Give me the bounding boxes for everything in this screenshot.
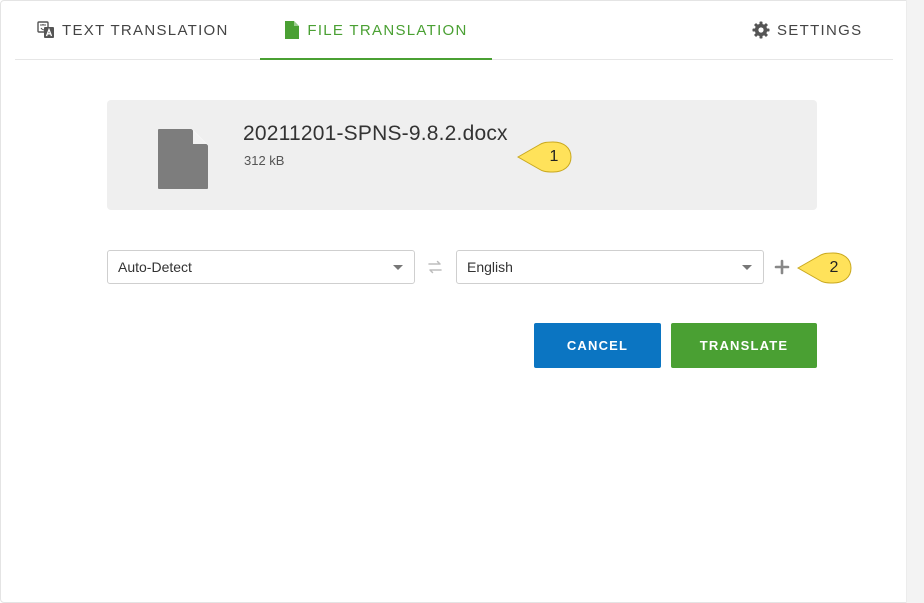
chevron-down-icon	[393, 265, 403, 270]
plus-icon[interactable]	[774, 259, 790, 275]
tab-bar: TEXT TRANSLATION FILE TRANSLATION SETTIN…	[15, 1, 893, 60]
chevron-down-icon	[742, 265, 752, 270]
target-language-select[interactable]: English	[456, 250, 764, 284]
target-language-value: English	[467, 259, 513, 275]
callout-marker-1: 1	[515, 141, 573, 173]
translate-icon	[37, 21, 55, 39]
document-icon	[157, 128, 209, 190]
file-name: 20211201-SPNS-9.8.2.docx	[243, 122, 508, 145]
file-icon	[284, 20, 300, 40]
swap-icon[interactable]	[427, 259, 443, 275]
tab-text-translation-label: TEXT TRANSLATION	[62, 21, 229, 39]
callout-number: 2	[829, 259, 839, 276]
tab-text-translation[interactable]: TEXT TRANSLATION	[37, 1, 229, 59]
callout-number: 1	[549, 148, 559, 165]
selected-file-card: 20211201-SPNS-9.8.2.docx 312 kB	[107, 100, 817, 210]
gear-icon	[752, 21, 770, 39]
source-language-value: Auto-Detect	[118, 259, 192, 275]
translate-button[interactable]: TRANSLATE	[671, 323, 817, 368]
translation-dialog: TEXT TRANSLATION FILE TRANSLATION SETTIN…	[0, 0, 924, 603]
callout-marker-2: 2	[795, 252, 853, 284]
file-size: 312 kB	[244, 153, 285, 168]
tab-file-translation[interactable]: FILE TRANSLATION	[260, 1, 492, 60]
tab-settings-label: SETTINGS	[777, 21, 863, 39]
tab-settings[interactable]: SETTINGS	[752, 1, 862, 59]
source-language-select[interactable]: Auto-Detect	[107, 250, 415, 284]
cancel-button[interactable]: CANCEL	[534, 323, 661, 368]
vertical-scrollbar[interactable]	[906, 0, 924, 603]
tab-file-translation-label: FILE TRANSLATION	[307, 21, 468, 39]
